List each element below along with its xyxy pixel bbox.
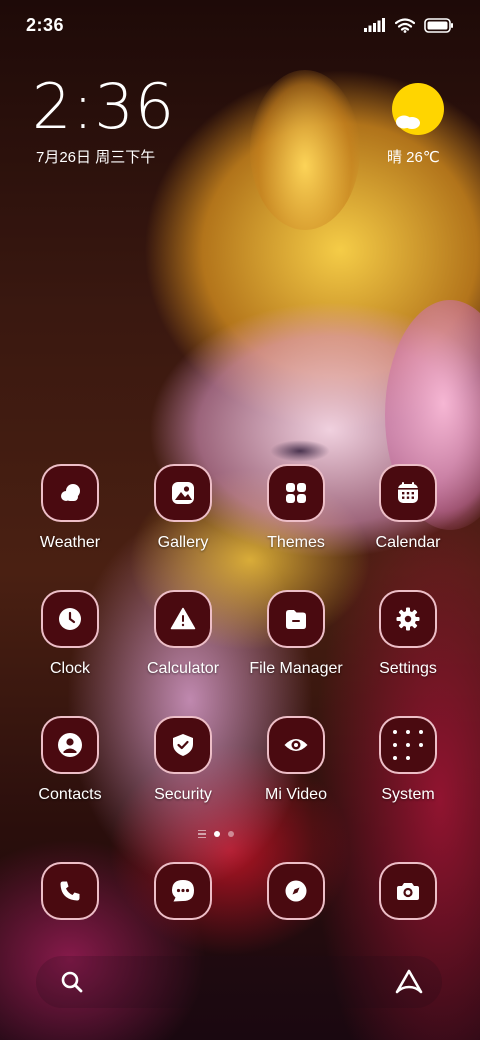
app-label: File Manager bbox=[249, 660, 343, 677]
app-file-manager[interactable]: File Manager bbox=[240, 590, 352, 690]
calculator-icon bbox=[154, 590, 212, 648]
clock-widget-date[interactable]: 7月26日 周三下午 bbox=[36, 146, 155, 167]
dock-browser[interactable] bbox=[240, 862, 352, 924]
app-label: Mi Video bbox=[265, 786, 327, 803]
app-clock[interactable]: Clock bbox=[14, 590, 126, 690]
video-eye-icon bbox=[267, 716, 325, 774]
app-weather[interactable]: Weather bbox=[14, 464, 126, 564]
clock-widget-time[interactable]: 2:36 bbox=[32, 76, 175, 138]
message-icon bbox=[154, 862, 212, 920]
app-label: System bbox=[381, 786, 435, 803]
page-dot bbox=[228, 831, 234, 837]
app-settings[interactable]: Settings bbox=[352, 590, 464, 690]
status-icons bbox=[364, 15, 454, 35]
app-gallery[interactable]: Gallery bbox=[127, 464, 239, 564]
app-label: Security bbox=[154, 786, 212, 803]
page-menu-icon bbox=[198, 830, 206, 838]
page-indicator[interactable] bbox=[198, 830, 234, 838]
file-manager-icon bbox=[267, 590, 325, 648]
page-dot-active bbox=[214, 831, 220, 837]
signal-icon bbox=[364, 18, 385, 32]
wallpaper-eye bbox=[270, 440, 330, 462]
contacts-icon bbox=[41, 716, 99, 774]
clock-icon bbox=[41, 590, 99, 648]
dock-camera[interactable] bbox=[352, 862, 464, 924]
search-icon[interactable] bbox=[60, 970, 84, 994]
app-contacts[interactable]: Contacts bbox=[14, 716, 126, 816]
app-label: Clock bbox=[49, 660, 90, 677]
app-calendar[interactable]: Calendar bbox=[352, 464, 464, 564]
search-bar[interactable] bbox=[36, 956, 442, 1008]
app-label: Weather bbox=[39, 534, 101, 551]
compass-icon bbox=[267, 862, 325, 920]
weather-text[interactable]: 晴 26℃ bbox=[387, 146, 440, 167]
calendar-icon bbox=[379, 464, 437, 522]
gear-icon bbox=[379, 590, 437, 648]
app-label: Settings bbox=[379, 660, 437, 677]
assistant-icon[interactable] bbox=[394, 968, 424, 996]
app-mi-video[interactable]: Mi Video bbox=[240, 716, 352, 816]
app-system-folder[interactable]: System bbox=[352, 716, 464, 816]
dock-phone[interactable] bbox=[14, 862, 126, 924]
gallery-icon bbox=[154, 464, 212, 522]
weather-icon bbox=[41, 464, 99, 522]
app-themes[interactable]: Themes bbox=[240, 464, 352, 564]
battery-icon bbox=[424, 17, 453, 33]
wallpaper-crown bbox=[250, 70, 360, 230]
dock-messages[interactable] bbox=[127, 862, 239, 924]
app-security[interactable]: Security bbox=[127, 716, 239, 816]
themes-icon bbox=[267, 464, 325, 522]
app-label: Contacts bbox=[38, 786, 102, 803]
security-shield-icon bbox=[154, 716, 212, 774]
app-label: Themes bbox=[267, 534, 325, 551]
partly-sunny-icon[interactable] bbox=[390, 82, 446, 138]
system-folder-icon bbox=[379, 716, 437, 774]
app-label: Calendar bbox=[375, 534, 441, 551]
status-time: 2:36 bbox=[26, 15, 65, 35]
app-label: Gallery bbox=[157, 534, 209, 551]
app-label: Calculator bbox=[146, 660, 220, 677]
phone-icon bbox=[41, 862, 99, 920]
status-bar: 2:36 bbox=[0, 0, 480, 50]
app-calculator[interactable]: Calculator bbox=[127, 590, 239, 690]
wifi-icon bbox=[395, 17, 415, 33]
camera-icon bbox=[379, 862, 437, 920]
